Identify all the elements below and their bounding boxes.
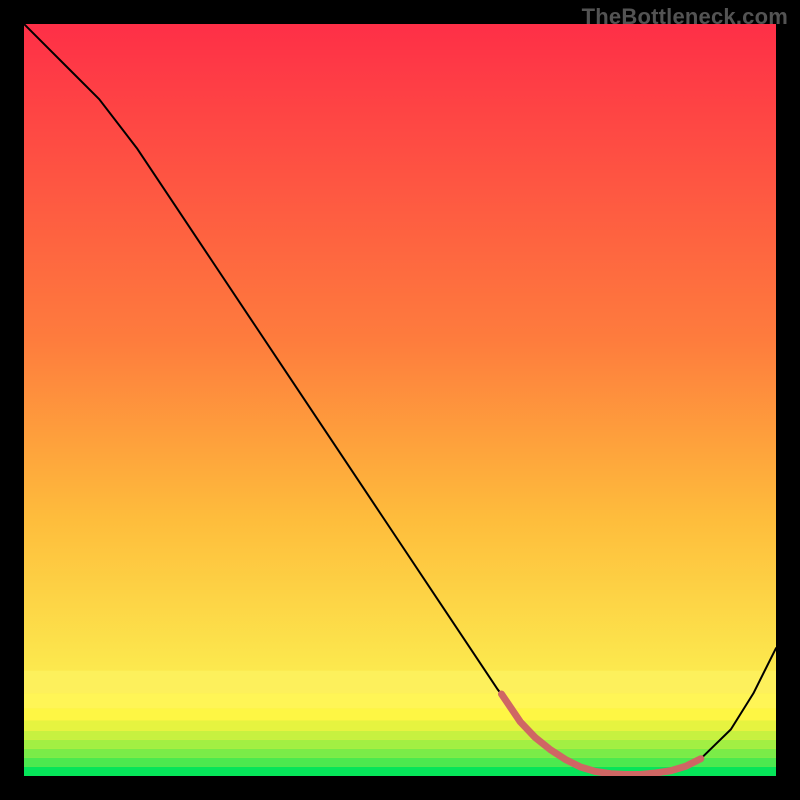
plot-area <box>24 24 776 776</box>
bottleneck-chart <box>24 24 776 776</box>
chart-container: TheBottleneck.com <box>0 0 800 800</box>
attribution-text: TheBottleneck.com <box>582 4 788 30</box>
